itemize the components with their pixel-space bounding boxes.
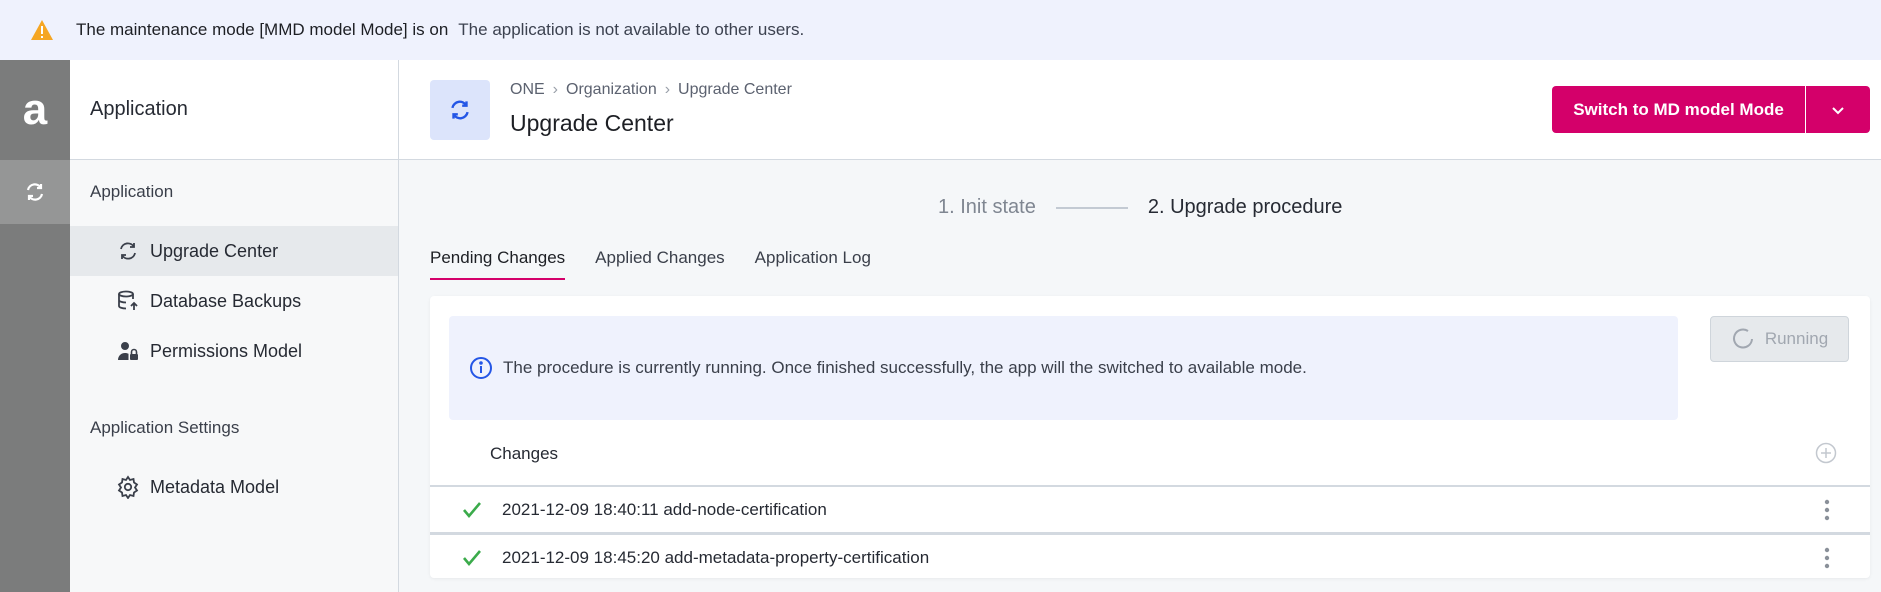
breadcrumb: ONE › Organization › Upgrade Center bbox=[510, 81, 792, 99]
maintenance-banner: The maintenance mode [MMD model Mode] is… bbox=[0, 0, 1881, 60]
sidebar-section-title: Application Settings bbox=[90, 418, 240, 437]
switch-mode-button[interactable]: Switch to MD model Mode bbox=[1552, 86, 1806, 133]
step-upgrade-procedure: 2. Upgrade procedure bbox=[1147, 196, 1343, 218]
add-circle-icon[interactable] bbox=[1815, 442, 1837, 464]
sidebar-header: Application bbox=[70, 60, 399, 160]
step-init-state: 1. Init state bbox=[938, 196, 1036, 218]
sidebar-item-label: Metadata Model bbox=[150, 476, 280, 497]
chevron-right-icon: › bbox=[664, 81, 671, 98]
warning-icon bbox=[31, 20, 53, 40]
check-icon bbox=[463, 550, 481, 567]
tab-applied-changes[interactable]: Applied Changes bbox=[595, 248, 724, 280]
stepper: 1. Init state 2. Upgrade procedure bbox=[938, 196, 1342, 219]
tab-application-log[interactable]: Application Log bbox=[755, 248, 871, 280]
change-text: 2021-12-09 18:40:11 add-node-certificati… bbox=[502, 500, 827, 519]
sidebar-item-label: Upgrade Center bbox=[150, 240, 279, 261]
page-title: Upgrade Center bbox=[510, 110, 674, 136]
sync-icon bbox=[26, 183, 44, 201]
change-text: 2021-12-09 18:45:20 add-metadata-propert… bbox=[502, 548, 930, 567]
sync-icon bbox=[451, 100, 469, 120]
info-message: The procedure is currently running. Once… bbox=[503, 358, 1307, 377]
banner-title: The maintenance mode [MMD model Mode] is… bbox=[76, 20, 449, 39]
user-lock-icon bbox=[118, 342, 138, 360]
sidebar-item-label: Database Backups bbox=[150, 290, 302, 311]
sidebar-item-permissions-model[interactable]: Permissions Model bbox=[70, 326, 398, 376]
spinner-icon bbox=[1732, 328, 1753, 349]
more-vertical-icon[interactable] bbox=[1824, 499, 1830, 521]
change-row[interactable]: 2021-12-09 18:40:11 add-node-certificati… bbox=[430, 487, 1870, 533]
info-icon bbox=[470, 357, 492, 379]
tabs: Pending Changes Applied Changes Applicat… bbox=[430, 248, 871, 280]
page-icon bbox=[430, 80, 490, 140]
more-vertical-icon[interactable] bbox=[1824, 547, 1830, 569]
breadcrumb-upgrade-center: Upgrade Center bbox=[678, 81, 792, 98]
switch-mode-dropdown-button[interactable] bbox=[1806, 86, 1870, 133]
sidebar-item-metadata-model[interactable]: Metadata Model bbox=[70, 462, 398, 512]
sync-icon bbox=[120, 242, 136, 260]
sidebar-section-title: Application bbox=[90, 182, 174, 201]
info-alert: The procedure is currently running. Once… bbox=[449, 316, 1678, 420]
switch-mode-split-button: Switch to MD model Mode bbox=[1552, 86, 1870, 133]
rail-item-upgrade[interactable] bbox=[0, 160, 70, 224]
tab-pending-changes[interactable]: Pending Changes bbox=[430, 248, 566, 280]
breadcrumb-one[interactable]: ONE bbox=[510, 81, 545, 98]
banner-message: The application is not available to othe… bbox=[458, 20, 805, 39]
chevron-right-icon: › bbox=[552, 81, 558, 98]
database-upload-icon bbox=[118, 290, 138, 310]
sidebar-item-database-backups[interactable]: Database Backups bbox=[70, 276, 398, 326]
change-row[interactable]: 2021-12-09 18:45:20 add-metadata-propert… bbox=[430, 535, 1870, 581]
running-button[interactable]: Running bbox=[1710, 316, 1849, 362]
app-logo[interactable]: a bbox=[0, 60, 70, 160]
step-connector bbox=[1055, 206, 1128, 209]
check-icon bbox=[463, 502, 481, 519]
chevron-down-icon bbox=[1832, 106, 1844, 114]
breadcrumb-organization[interactable]: Organization bbox=[566, 81, 657, 98]
sidebar-item-upgrade-center[interactable]: Upgrade Center bbox=[70, 226, 398, 276]
sidebar-item-label: Permissions Model bbox=[150, 340, 303, 361]
changes-header: Changes bbox=[490, 444, 559, 463]
gear-icon bbox=[117, 475, 139, 499]
running-label: Running bbox=[1764, 329, 1829, 348]
